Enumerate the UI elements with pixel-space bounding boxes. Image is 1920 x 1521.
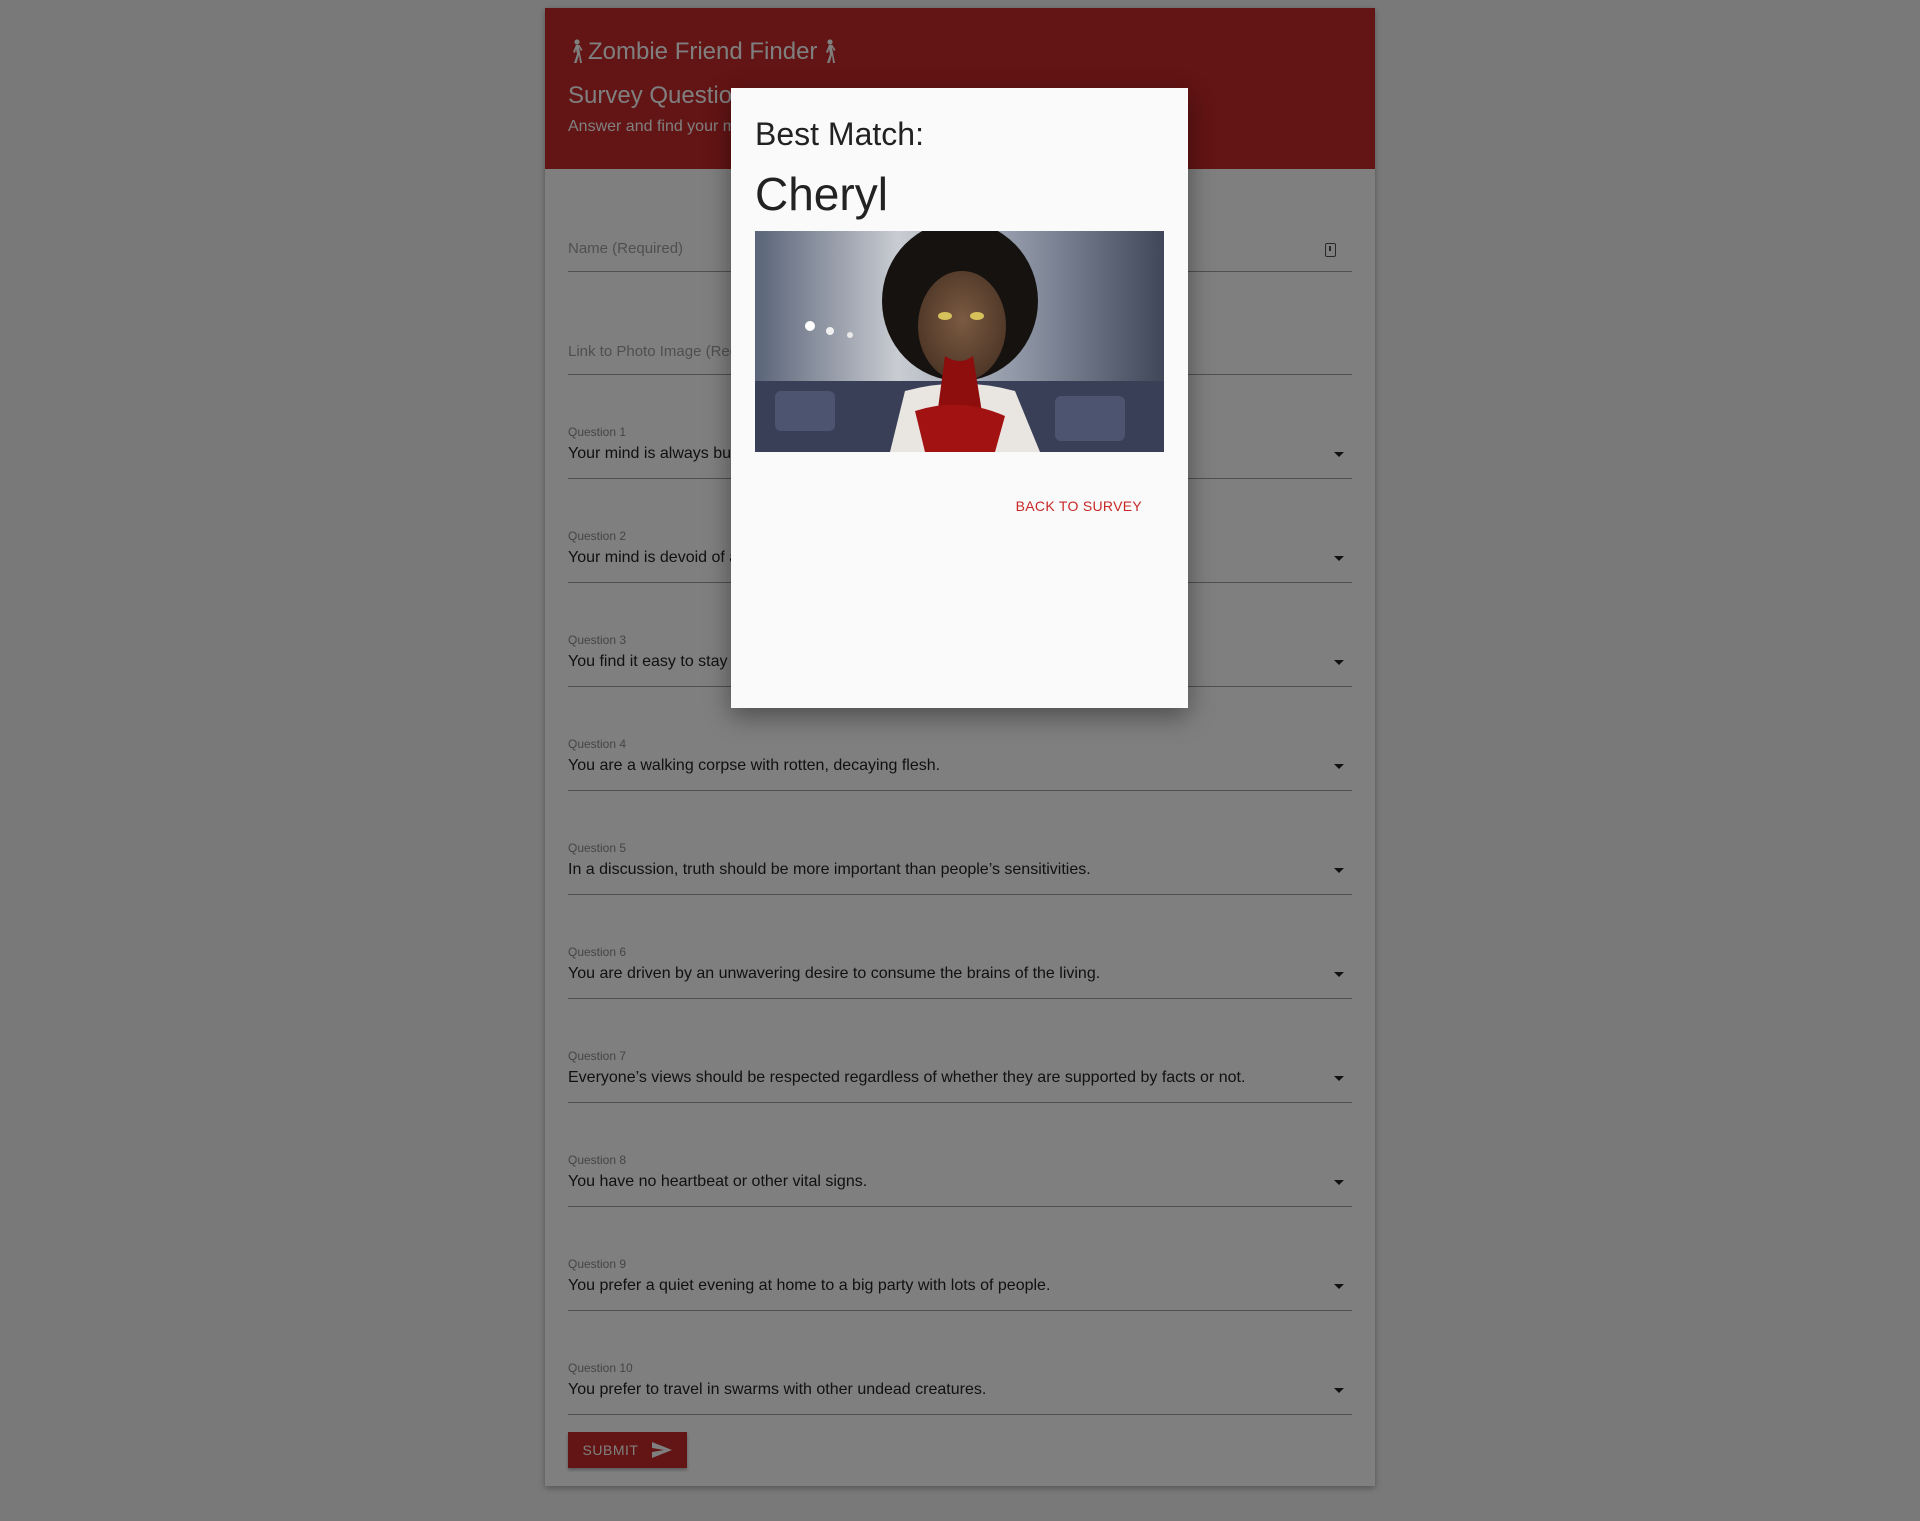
back-to-survey-button[interactable]: BACK TO SURVEY	[1016, 498, 1142, 514]
match-photo	[755, 231, 1164, 452]
match-photo-image	[755, 231, 1164, 452]
modal-heading: Best Match:	[755, 116, 924, 152]
best-match-modal: Best Match: Cheryl BACK TO SURVEY	[731, 88, 1188, 708]
match-name: Cheryl	[755, 168, 888, 220]
